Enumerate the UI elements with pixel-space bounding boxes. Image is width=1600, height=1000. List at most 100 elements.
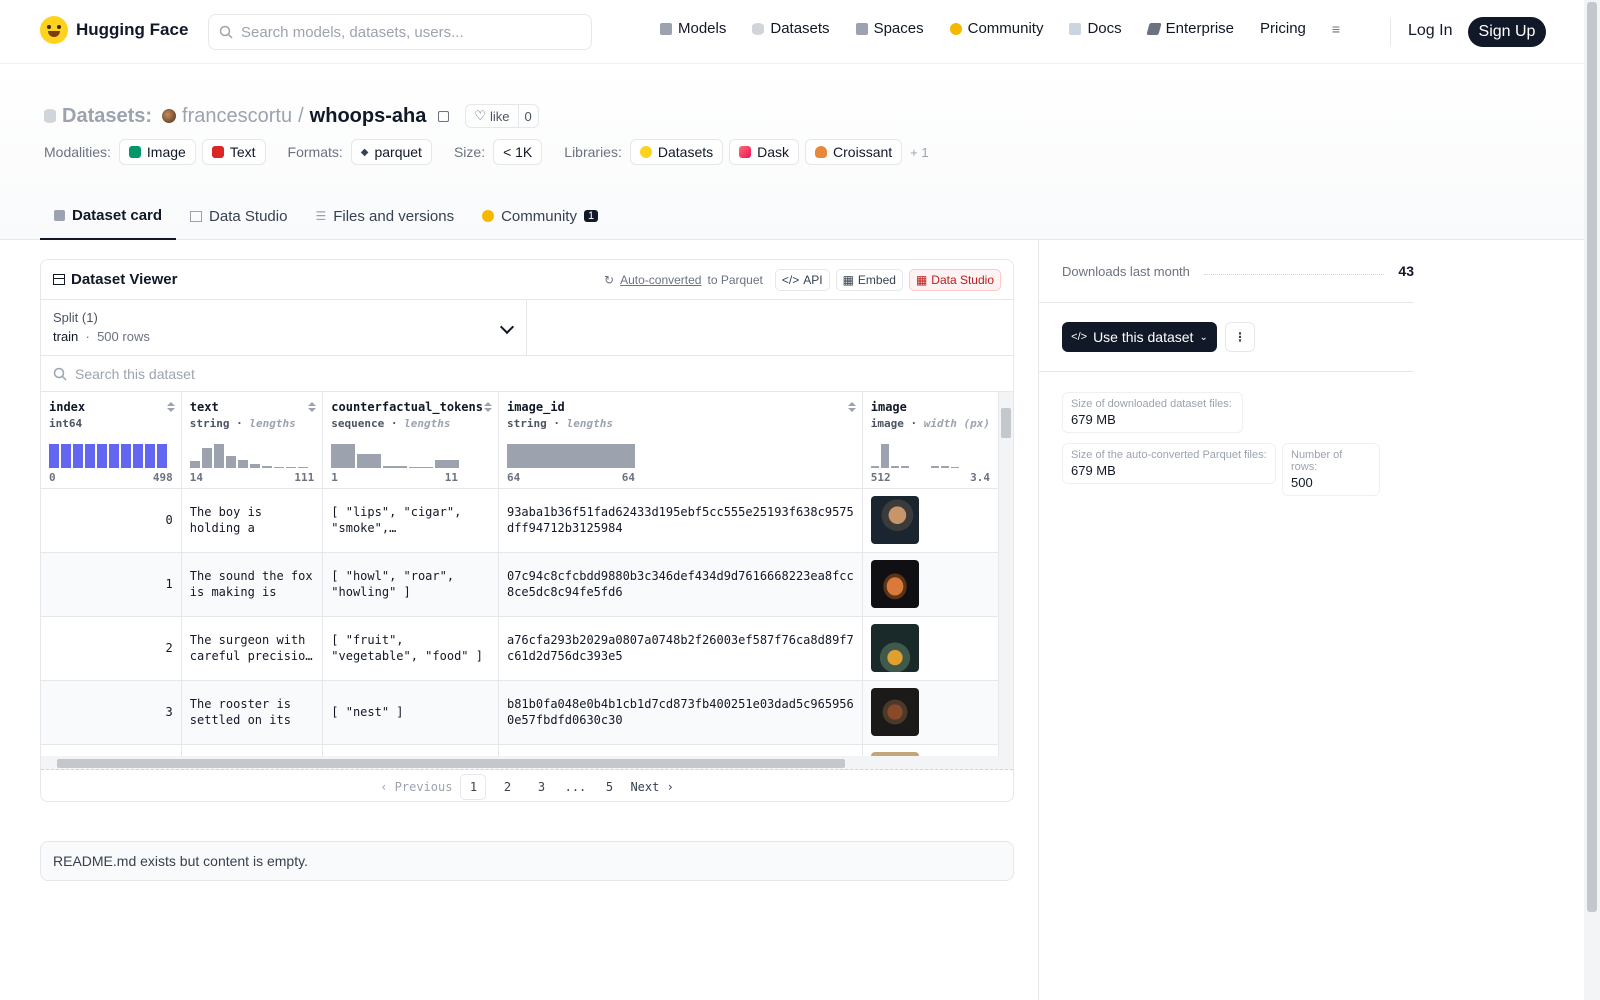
- stat-number-of-rows: Number of rows: 500: [1282, 443, 1380, 496]
- use-this-dataset-button[interactable]: </> Use this dataset ⌄: [1062, 322, 1217, 352]
- search-icon: [53, 367, 67, 381]
- sort-icon[interactable]: [167, 402, 175, 412]
- nav-spaces[interactable]: Spaces: [855, 20, 924, 37]
- pagination: ‹ Previous 1 2 3 ... 5 Next ›: [41, 772, 1013, 801]
- table-icon: [190, 210, 203, 222]
- cube-icon: [660, 22, 672, 35]
- previous-page-button[interactable]: ‹ Previous: [380, 774, 452, 800]
- histogram: [506, 442, 635, 468]
- dataset-tabs: Dataset card Data Studio ☰ Files and vers…: [40, 192, 612, 240]
- table-vertical-scrollbar[interactable]: [999, 392, 1013, 756]
- api-button[interactable]: </> API: [774, 268, 830, 291]
- global-search-input[interactable]: Search models, datasets, users...: [208, 14, 592, 50]
- auto-converted-link[interactable]: Auto-converted: [620, 273, 701, 287]
- next-page-button[interactable]: Next ›: [630, 774, 673, 800]
- page-button-1[interactable]: 1: [460, 774, 487, 800]
- data-studio-button[interactable]: ▦ Data Studio: [908, 268, 1001, 291]
- copy-icon[interactable]: [438, 110, 450, 122]
- dataset-name-link[interactable]: whoops-aha: [310, 105, 427, 128]
- like-count: 0: [524, 108, 532, 124]
- tag-library-datasets[interactable]: Datasets: [629, 139, 724, 165]
- table-row[interactable]: 1 The sound the fox is making is [ "howl…: [41, 552, 999, 617]
- tab-community[interactable]: Community 1: [468, 192, 612, 240]
- table-row[interactable]: 0 The boy is holding a [ "lips", "cigar"…: [41, 488, 999, 553]
- tab-dataset-card[interactable]: Dataset card: [40, 192, 177, 240]
- page-button-5[interactable]: 5: [596, 774, 622, 800]
- image-thumbnail[interactable]: [870, 688, 919, 736]
- column-header-image-id[interactable]: image_id string · lengths 64 64: [498, 392, 863, 489]
- tab-data-studio[interactable]: Data Studio: [176, 192, 301, 240]
- code-icon: </>: [1071, 331, 1088, 343]
- sort-icon[interactable]: [848, 402, 856, 412]
- image-thumbnail[interactable]: [870, 496, 919, 544]
- parquet-icon: ◆: [360, 146, 369, 158]
- histogram: [870, 442, 959, 468]
- login-link[interactable]: Log In: [1408, 22, 1452, 40]
- like-button[interactable]: ♡ like 0: [465, 104, 539, 128]
- nav-enterprise[interactable]: Enterprise: [1146, 20, 1234, 37]
- tag-library-dask[interactable]: Dask: [729, 139, 800, 165]
- page-ellipsis: ...: [564, 780, 587, 794]
- text-icon: [211, 146, 224, 158]
- more-libraries-link[interactable]: + 1: [910, 145, 928, 160]
- viewer-title: Dataset Viewer: [53, 271, 177, 288]
- chevron-right-icon: ›: [659, 780, 674, 794]
- tag-size[interactable]: < 1K: [493, 139, 543, 165]
- sort-icon[interactable]: [308, 402, 316, 412]
- table-row[interactable]: 3 The rooster is settled on its [ "nest"…: [41, 680, 999, 745]
- more-options-button[interactable]: ⋮: [1225, 322, 1255, 352]
- image-thumbnail[interactable]: [870, 560, 919, 608]
- stat-downloaded-size: Size of downloaded dataset files: 679 MB: [1062, 392, 1243, 433]
- nav-more-menu[interactable]: ≡: [1332, 21, 1340, 37]
- dataset-search-input[interactable]: Search this dataset: [41, 356, 1013, 392]
- tag-format-parquet[interactable]: ◆ parquet: [350, 139, 432, 165]
- dataset-viewer: Dataset Viewer ↻ Auto-converted to Parqu…: [40, 259, 1014, 802]
- menu-icon: ≡: [1331, 20, 1341, 37]
- brand-name: Hugging Face: [76, 20, 189, 39]
- column-header-counterfactual-tokens[interactable]: counterfactual_tokens sequence · lengths…: [322, 392, 499, 489]
- sort-icon[interactable]: [484, 402, 492, 412]
- dataset-tags: Modalities: Image Text Formats: ◆ parquet…: [44, 139, 929, 165]
- split-selector[interactable]: Split (1) train · 500 rows: [41, 300, 527, 355]
- table-horizontal-scrollbar[interactable]: [41, 756, 1013, 770]
- brand-logo-link[interactable]: Hugging Face: [40, 16, 188, 44]
- owner-link[interactable]: francescortu: [182, 105, 292, 128]
- dataset-header: Datasets: francescortu / whoops-aha ♡ lik…: [0, 64, 1584, 240]
- stat-parquet-size: Size of the auto-converted Parquet files…: [1062, 443, 1276, 484]
- data-table: index int64 0498 text string · lengths: [41, 392, 999, 756]
- nav-pricing[interactable]: Pricing: [1260, 20, 1306, 37]
- page-scrollbar[interactable]: [1584, 0, 1600, 1000]
- column-header-index[interactable]: index int64 0 498: [41, 392, 182, 489]
- embed-icon: ▦: [842, 272, 854, 287]
- code-icon: </>: [781, 272, 800, 287]
- histogram: [189, 442, 308, 468]
- table-row[interactable]: [41, 744, 999, 756]
- column-header-text[interactable]: text string · lengths 14 111: [181, 392, 324, 489]
- community-icon: [949, 22, 962, 35]
- histogram: [49, 442, 167, 468]
- table-icon: ▦: [915, 272, 928, 287]
- heart-icon: ♡: [474, 108, 486, 123]
- tag-library-croissant[interactable]: Croissant: [805, 139, 903, 165]
- table-row[interactable]: 2 The surgeon with careful precision is …: [41, 616, 999, 681]
- database-icon: [752, 22, 765, 35]
- image-thumbnail[interactable]: [870, 624, 919, 672]
- tag-modality-image[interactable]: Image: [118, 139, 196, 165]
- tag-modality-text[interactable]: Text: [201, 139, 266, 165]
- nav-docs[interactable]: Docs: [1069, 20, 1122, 37]
- nav-models[interactable]: Models: [660, 20, 726, 37]
- nav-community[interactable]: Community: [949, 20, 1043, 37]
- signup-button[interactable]: Sign Up: [1468, 17, 1546, 47]
- embed-button[interactable]: ▦ Embed: [835, 268, 903, 291]
- section-label: Datasets:: [62, 104, 153, 127]
- nav-datasets[interactable]: Datasets: [752, 20, 830, 37]
- nav-divider: [1390, 18, 1391, 46]
- book-icon: [1069, 22, 1082, 35]
- search-placeholder: Search models, datasets, users...: [241, 23, 464, 41]
- tab-files-and-versions[interactable]: ☰ Files and versions: [301, 192, 468, 240]
- column-header-image[interactable]: image image · width (px) 512 3.4: [862, 392, 999, 489]
- sidebar-divider: [1038, 240, 1039, 1000]
- grid-icon: [855, 22, 868, 35]
- page-button-2[interactable]: 2: [494, 774, 520, 800]
- page-button-3[interactable]: 3: [528, 774, 554, 800]
